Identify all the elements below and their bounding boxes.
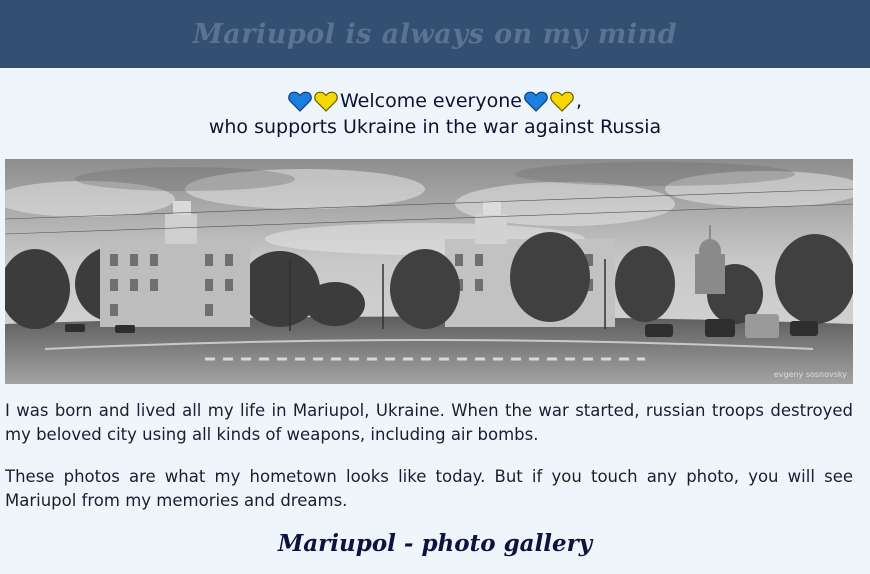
info-paragraph: These photos are what my hometown looks … [5,467,853,510]
yellow-heart-icon [314,91,338,112]
blue-heart-icon [288,91,312,112]
intro-paragraph: I was born and lived all my life in Mari… [5,401,853,444]
welcome-subline: who supports Ukraine in the war against … [208,116,662,138]
mariupol-panorama-photo[interactable]: evgeny sosnovsky [5,159,853,384]
blue-heart-icon [524,91,548,112]
welcome-comma: , [575,90,583,112]
welcome-text: Welcome everyone [339,90,522,112]
photo-credit: evgeny sosnovsky [773,370,847,379]
site-header: Mariupol is always on my mind [0,0,870,68]
site-title: Mariupol is always on my mind [192,18,678,50]
panorama-image [5,159,853,384]
gallery-heading: Mariupol - photo gallery [277,530,593,557]
yellow-heart-icon [550,91,574,112]
welcome-line: Welcome everyone , [0,88,870,114]
welcome-banner: Welcome everyone , who supports Ukraine … [0,88,870,138]
